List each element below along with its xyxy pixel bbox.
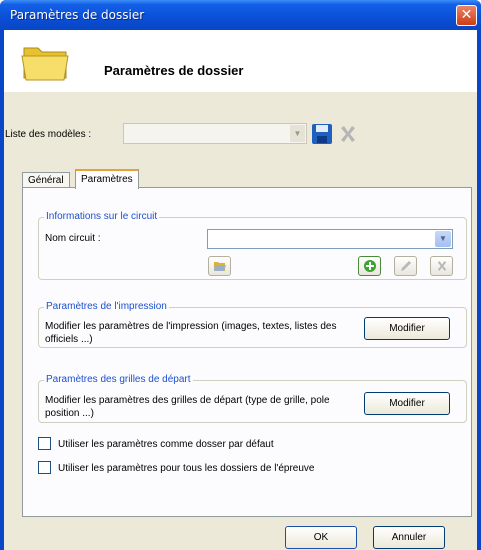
- title-bar[interactable]: Paramètres de dossier ✕: [0, 0, 481, 30]
- grids-description: Modifier les paramètres des grilles de d…: [45, 395, 330, 419]
- grids-modify-button[interactable]: Modifier: [364, 392, 450, 415]
- plus-icon: [363, 260, 376, 272]
- header-title: Paramètres de dossier: [104, 63, 244, 78]
- dialog-body: Paramètres de dossier Liste des modèles …: [4, 30, 477, 550]
- delete-circuit-button[interactable]: [430, 256, 453, 276]
- grids-group-title: Paramètres des grilles de départ: [44, 374, 193, 385]
- tab-general[interactable]: Général: [22, 172, 70, 188]
- default-folder-checkbox[interactable]: [38, 437, 51, 450]
- print-modify-button[interactable]: Modifier: [364, 317, 450, 340]
- close-button[interactable]: ✕: [456, 5, 477, 26]
- folder-open-icon: [213, 262, 226, 271]
- tab-panel-parametres: Informations sur le circuit Nom circuit …: [22, 187, 472, 517]
- chevron-down-icon[interactable]: ▼: [290, 125, 305, 142]
- save-icon[interactable]: [311, 123, 333, 145]
- circuit-group: Informations sur le circuit Nom circuit …: [38, 211, 467, 280]
- delete-icon: [437, 261, 446, 271]
- chevron-down-icon[interactable]: ▼: [435, 231, 451, 247]
- folder-icon: [21, 47, 69, 81]
- circuit-name-select[interactable]: ▼: [207, 229, 453, 249]
- pencil-icon: [400, 261, 411, 271]
- all-folders-checkbox[interactable]: [38, 461, 51, 474]
- dialog-header: Paramètres de dossier: [4, 30, 477, 92]
- delete-icon[interactable]: [338, 124, 358, 144]
- templates-label: Liste des modèles :: [5, 129, 92, 140]
- browse-circuit-button[interactable]: [208, 256, 231, 276]
- dialog-window: Paramètres de dossier ✕ Paramètres de do…: [0, 0, 481, 550]
- print-description: Modifier les paramètres de l'impression …: [45, 321, 337, 345]
- templates-select[interactable]: ▼: [123, 123, 307, 144]
- print-group-title: Paramètres de l'impression: [44, 301, 169, 312]
- cancel-button[interactable]: Annuler: [373, 526, 445, 549]
- ok-button[interactable]: OK: [285, 526, 357, 549]
- window-title: Paramètres de dossier: [10, 8, 145, 22]
- tab-parametres[interactable]: Paramètres: [75, 169, 139, 189]
- all-folders-label: Utiliser les paramètres pour tous les do…: [58, 463, 315, 474]
- circuit-group-title: Informations sur le circuit: [44, 211, 160, 222]
- grids-group: Paramètres des grilles de départ Modifie…: [38, 374, 467, 423]
- default-folder-label: Utiliser les paramètres comme dosser par…: [58, 439, 274, 450]
- print-group: Paramètres de l'impression Modifier les …: [38, 301, 467, 348]
- add-circuit-button[interactable]: [358, 256, 381, 276]
- edit-circuit-button[interactable]: [394, 256, 417, 276]
- circuit-name-label: Nom circuit :: [45, 233, 101, 244]
